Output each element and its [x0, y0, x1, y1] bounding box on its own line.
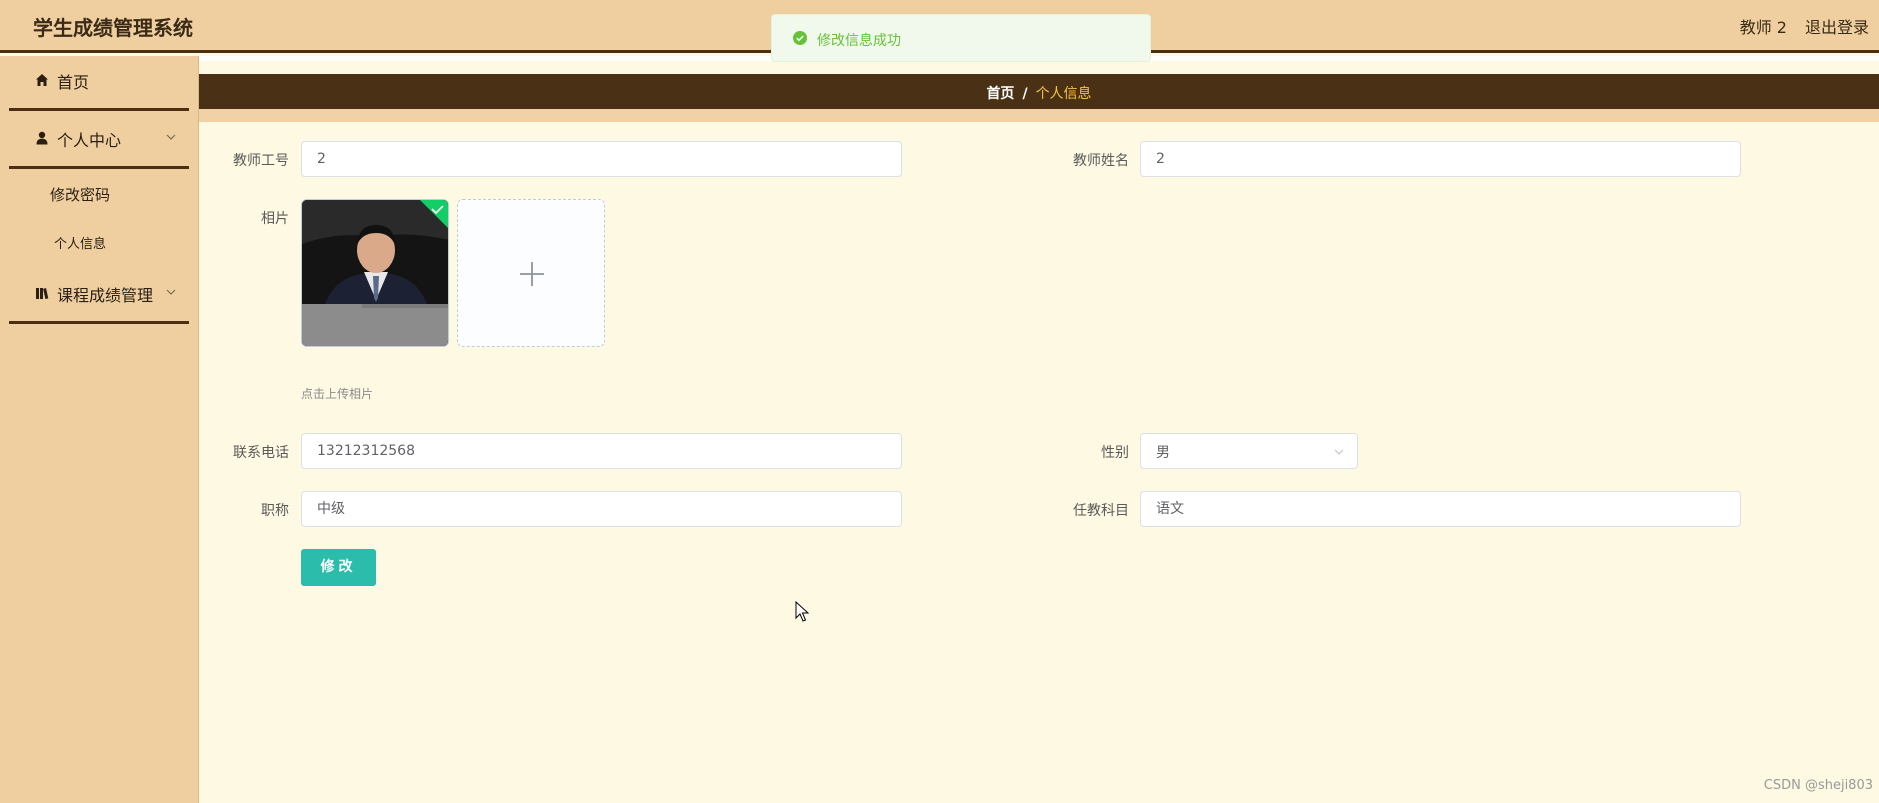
watermark: CSDN @sheji803 [1763, 778, 1873, 793]
breadcrumb-current: 个人信息 [1035, 86, 1092, 102]
gender-select-value: 男 [1156, 445, 1170, 461]
gender-label: 性别 [1101, 445, 1129, 461]
sidebar-item-label: 首页 [57, 73, 90, 92]
teacher-portrait-image [302, 200, 448, 346]
home-icon [36, 74, 48, 86]
current-user-name: 教师 2 [1739, 18, 1787, 37]
job-title-field[interactable]: 中级 [301, 491, 902, 527]
breadcrumb-underband [199, 109, 1879, 122]
toast-message: 修改信息成功 [817, 33, 901, 49]
phone-field[interactable]: 13212312568 [301, 433, 902, 469]
phone-label: 联系电话 [233, 445, 289, 461]
teacher-id-field[interactable]: 2 [301, 141, 902, 177]
teacher-id-label: 教师工号 [233, 153, 289, 169]
user-icon [36, 131, 48, 145]
success-toast: 修改信息成功 [771, 14, 1151, 62]
gender-select[interactable]: 男 [1140, 433, 1358, 469]
upload-tip: 点击上传相片 [301, 387, 374, 401]
sidebar-item-personal-center[interactable]: 个人中心 [9, 114, 189, 169]
plus-icon [520, 262, 544, 286]
sidebar-item-home[interactable]: 首页 [9, 56, 189, 111]
breadcrumb-home-link[interactable]: 首页 [986, 86, 1014, 102]
book-icon [36, 288, 49, 299]
sidebar-subitem-personal-info[interactable]: 个人信息 [54, 233, 106, 252]
sidebar: 首页 个人中心 修改密码 个人信息 课程成绩管理 [0, 56, 199, 803]
sidebar-item-label: 课程成绩管理 [57, 286, 154, 305]
title-label: 职称 [261, 503, 289, 519]
mouse-cursor-icon [795, 601, 809, 622]
sidebar-subitem-change-password[interactable]: 修改密码 [50, 184, 110, 205]
chevron-down-icon [166, 289, 176, 295]
app-title: 学生成绩管理系统 [33, 16, 193, 40]
chevron-down-icon [1334, 449, 1344, 455]
sidebar-item-course-grades[interactable]: 课程成绩管理 [9, 269, 189, 324]
breadcrumb: 首页 / 个人信息 [199, 74, 1879, 109]
check-circle-icon [793, 31, 807, 45]
teacher-name-field[interactable]: 2 [1140, 141, 1741, 177]
photo-label: 相片 [261, 211, 289, 227]
teacher-name-label: 教师姓名 [1073, 153, 1129, 169]
subject-field[interactable]: 语文 [1140, 491, 1741, 527]
breadcrumb-separator: / [1022, 86, 1028, 102]
uploaded-photo[interactable] [301, 199, 449, 347]
sidebar-item-label: 个人中心 [57, 131, 122, 150]
submit-button[interactable]: 修改 [301, 549, 376, 586]
photo-upload-button[interactable] [457, 199, 605, 347]
subject-label: 任教科目 [1073, 503, 1129, 519]
logout-link[interactable]: 退出登录 [1805, 14, 1869, 38]
chevron-down-icon [166, 134, 176, 140]
